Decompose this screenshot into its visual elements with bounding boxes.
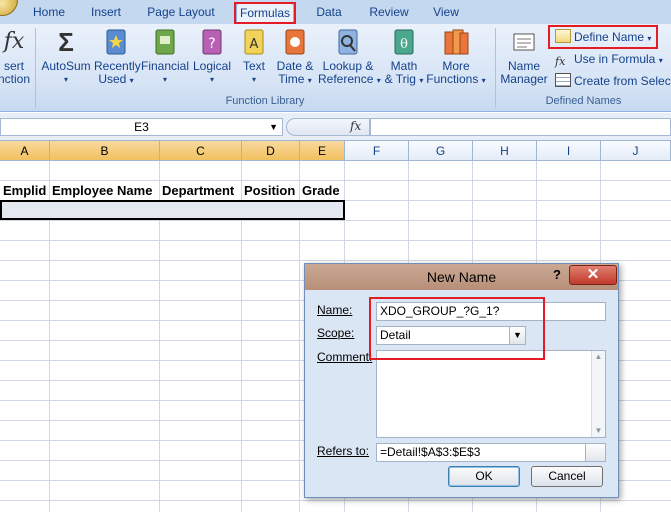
logical-book-icon: ? [202,29,222,55]
grid-line [0,240,671,241]
name-manager-icon [513,33,535,51]
tab-view[interactable]: View [428,3,464,23]
close-icon[interactable]: ✕ [569,265,617,285]
cell-b2[interactable]: Employee Name [52,183,152,198]
refers-to-field[interactable]: =Detail!$A$3:$E$3 [376,443,606,462]
create-from-selection-button[interactable]: Create from Selection [555,72,671,90]
help-icon[interactable]: ? [547,267,567,285]
fx-icon: fx [3,29,25,54]
ribbon: fx sert nction Σ AutoSum ▾ Recently Used… [0,24,671,112]
ok-button[interactable]: OK [448,466,520,487]
dialog-title-bar[interactable]: New Name ? ✕ [305,264,618,290]
logical-button[interactable]: ? Logical ▾ [192,28,232,86]
scope-label: Scope: [317,326,355,340]
selected-range-a3-e3[interactable] [0,200,345,220]
define-name-button[interactable]: Define Name ▾ [555,28,651,46]
name-field[interactable]: XDO_GROUP_?G_1? [376,302,606,321]
lookup-reference-button[interactable]: Lookup & Reference ▾ [318,28,381,87]
comment-field[interactable]: ▲ ▼ [376,350,606,438]
svg-text:θ: θ [400,37,408,52]
date-time-book-icon [285,29,305,55]
create-from-selection-icon [555,73,571,87]
define-name-icon [555,29,571,43]
column-header-h[interactable]: H [473,141,537,161]
grid-line [0,260,671,261]
svg-text:?: ? [208,36,215,52]
cell-d2[interactable]: Position [244,183,295,198]
recently-used-button[interactable]: Recently Used ▾ [94,28,141,87]
office-button[interactable] [0,0,18,16]
column-header-a[interactable]: A [0,141,50,161]
tab-review[interactable]: Review [364,3,414,23]
column-header-b[interactable]: B [50,141,160,161]
name-label: Name: [317,303,353,317]
tab-home[interactable]: Home [26,3,72,23]
column-header-i[interactable]: I [537,141,601,161]
refers-to-label: Refers to: [317,444,370,458]
chevron-down-icon[interactable]: ▼ [269,119,278,135]
column-header-e[interactable]: E [300,141,345,161]
date-time-button[interactable]: Date & Time ▾ [274,28,316,87]
tab-insert[interactable]: Insert [84,3,128,23]
text-button[interactable]: A Text ▾ [238,28,270,86]
formula-bar: E3 ▼ fx [0,113,671,141]
comment-scrollbar[interactable]: ▲ ▼ [591,351,605,437]
insert-function-fx-icon[interactable]: fx [350,119,361,133]
insert-function-button[interactable]: fx sert nction [0,28,32,86]
scroll-down-icon[interactable]: ▼ [592,425,605,437]
scope-select[interactable]: Detail ▼ [376,326,526,345]
autosum-button[interactable]: Σ AutoSum ▾ [40,28,92,86]
financial-book-icon [155,29,175,55]
comment-label: Comment: [317,350,373,364]
tab-formulas[interactable]: Formulas [236,3,294,23]
lookup-book-icon [338,29,358,55]
column-header-f[interactable]: F [345,141,409,161]
math-book-icon: θ [394,29,414,55]
text-book-icon: A [244,29,264,55]
function-library-label: Function Library [225,95,305,107]
financial-button[interactable]: Financial ▾ [141,28,189,86]
formula-input[interactable] [370,118,671,136]
ribbon-tab-bar: Home Insert Page Layout Formulas Data Re… [0,0,671,24]
collapse-dialog-icon[interactable] [585,444,605,461]
tab-data[interactable]: Data [310,3,348,23]
cancel-button[interactable]: Cancel [531,466,603,487]
defined-names-label: Defined Names [545,95,622,107]
new-name-dialog: New Name ? ✕ Name: XDO_GROUP_?G_1? Scope… [304,263,619,498]
book-star-icon [106,29,126,55]
svg-text:A: A [250,37,259,52]
grid-line [0,180,671,181]
column-header-d[interactable]: D [242,141,300,161]
fx-small-icon: fx [555,55,566,68]
cell-a2[interactable]: Emplid [3,183,46,198]
sigma-icon: Σ [58,27,74,57]
more-functions-button[interactable]: More Functions ▾ [426,28,486,87]
column-header-g[interactable]: G [409,141,473,161]
math-trig-button[interactable]: θ Math & Trig ▾ [382,28,426,87]
grid-line [0,500,671,501]
name-manager-button[interactable]: Name Manager [500,28,548,86]
column-header-j[interactable]: J [601,141,671,161]
more-functions-books-icon [444,29,469,55]
column-header-c[interactable]: C [160,141,242,161]
cell-e2[interactable]: Grade [302,183,340,198]
use-in-formula-button[interactable]: fx Use in Formula ▾ [555,50,663,68]
grid-line [0,220,671,221]
name-box[interactable]: E3 ▼ [0,118,283,136]
cell-c2[interactable]: Department [162,183,234,198]
tab-page-layout[interactable]: Page Layout [144,3,218,23]
scroll-up-icon[interactable]: ▲ [592,351,605,363]
chevron-down-icon[interactable]: ▼ [509,327,525,344]
